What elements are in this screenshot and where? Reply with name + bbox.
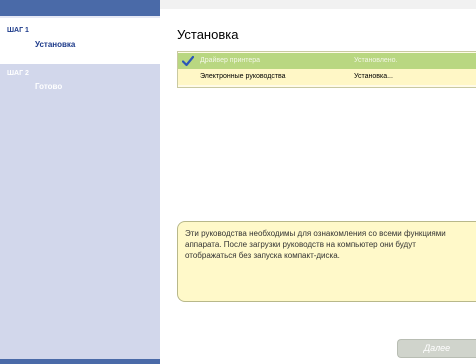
install-items-list: Драйвер принтера Установлено. Электронны… bbox=[177, 51, 476, 88]
item-status: Установка... bbox=[354, 73, 393, 80]
list-item: Драйвер принтера Установлено. bbox=[178, 53, 476, 69]
step-1-panel bbox=[0, 18, 160, 64]
page-title: Установка bbox=[177, 27, 239, 42]
step-1-title: ШАГ 1 bbox=[7, 27, 29, 34]
steps-sidebar: ШАГ 1 Установка ШАГ 2 Готово bbox=[0, 0, 160, 364]
info-box: Эти руководства необходимы для ознакомле… bbox=[177, 221, 476, 302]
sidebar-header-bar bbox=[0, 0, 160, 16]
item-status: Установлено. bbox=[354, 57, 398, 64]
sidebar-footer-bar bbox=[0, 359, 160, 364]
item-name: Электронные руководства bbox=[200, 73, 286, 80]
item-name: Драйвер принтера bbox=[200, 57, 261, 64]
step-2-panel bbox=[0, 64, 160, 360]
next-button[interactable]: Далее bbox=[397, 339, 476, 358]
step-2-title: ШАГ 2 bbox=[7, 70, 29, 77]
list-item: Электронные руководства Установка... bbox=[178, 69, 476, 85]
step-2-name: Готово bbox=[35, 82, 63, 91]
step-1-name: Установка bbox=[35, 40, 76, 49]
info-text: Эти руководства необходимы для ознакомле… bbox=[185, 229, 446, 260]
checkmark-icon bbox=[182, 55, 194, 67]
